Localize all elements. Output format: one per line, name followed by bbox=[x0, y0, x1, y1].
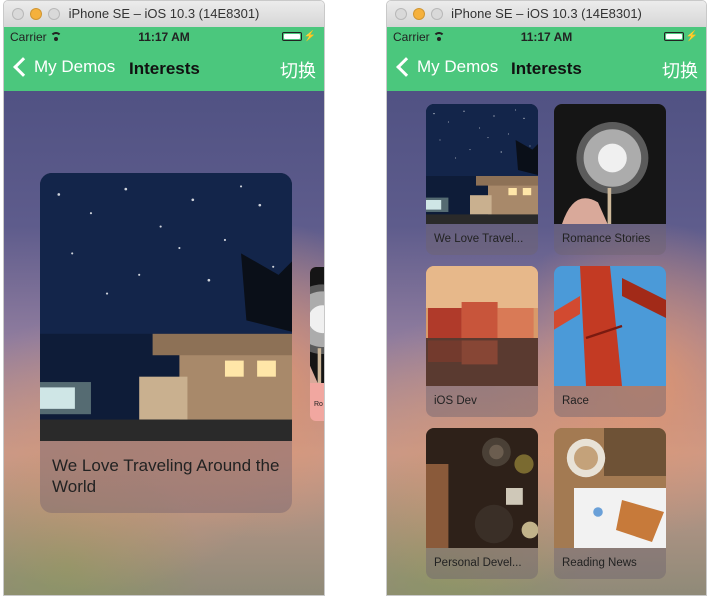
coffee-breakfast-photo bbox=[554, 428, 666, 548]
chevron-left-icon bbox=[13, 57, 33, 77]
interest-tile[interactable]: Race bbox=[554, 266, 666, 417]
tile-caption: Race bbox=[562, 395, 589, 407]
nav-title: Interests bbox=[129, 59, 200, 78]
interest-tile[interactable]: Personal Devel... bbox=[426, 428, 538, 579]
interest-tile[interactable]: We Love Travel... bbox=[426, 104, 538, 255]
red-bridge-photo bbox=[554, 266, 666, 386]
navigation-bar: My Demos Interests 切换 bbox=[387, 47, 706, 91]
window-title: iPhone SE – iOS 10.3 (14E8301) bbox=[451, 6, 642, 21]
back-button-label: My Demos bbox=[417, 57, 499, 76]
interest-tile[interactable]: iOS Dev bbox=[426, 266, 538, 417]
simulator-window-left: iPhone SE – iOS 10.3 (14E8301) Carrier 1… bbox=[3, 0, 325, 596]
interest-card[interactable]: We Love Traveling Around the World bbox=[40, 173, 292, 513]
back-button-label: My Demos bbox=[34, 57, 116, 76]
device-screen: Carrier 11:17 AM ⚡ My Demos Interests 切换… bbox=[4, 27, 324, 595]
status-time: 11:17 AM bbox=[520, 30, 573, 44]
window-title: iPhone SE – iOS 10.3 (14E8301) bbox=[68, 6, 260, 21]
waterfront-houses-photo bbox=[426, 266, 538, 386]
chevron-left-icon bbox=[396, 57, 416, 77]
status-time: 11:17 AM bbox=[138, 30, 190, 44]
window-titlebar: iPhone SE – iOS 10.3 (14E8301) bbox=[387, 1, 706, 28]
tile-caption: iOS Dev bbox=[434, 395, 477, 407]
interest-card-next[interactable]: Ro bbox=[310, 267, 324, 421]
dandelion-photo bbox=[310, 267, 324, 383]
card-caption: We Love Traveling Around the World bbox=[52, 456, 280, 496]
tile-caption: We Love Travel... bbox=[434, 233, 524, 245]
nav-title: Interests bbox=[511, 59, 582, 78]
travel-camper-photo bbox=[426, 104, 538, 224]
switch-layout-button[interactable]: 切换 bbox=[280, 57, 316, 83]
dandelion-photo bbox=[554, 104, 666, 224]
status-bar: Carrier 11:17 AM ⚡ bbox=[4, 27, 324, 47]
card-caption: Ro bbox=[314, 401, 323, 408]
simulator-window-right: iPhone SE – iOS 10.3 (14E8301) Carrier 1… bbox=[386, 0, 707, 596]
window-titlebar: iPhone SE – iOS 10.3 (14E8301) bbox=[4, 1, 324, 28]
status-bar: Carrier 11:17 AM ⚡ bbox=[387, 27, 706, 47]
navigation-bar: My Demos Interests 切换 bbox=[4, 47, 324, 91]
switch-layout-button[interactable]: 切换 bbox=[662, 57, 698, 83]
battery-icon: ⚡ bbox=[663, 32, 698, 42]
tile-caption: Reading News bbox=[562, 557, 637, 569]
tile-caption: Personal Devel... bbox=[434, 557, 522, 569]
kitchen-table-photo bbox=[426, 428, 538, 548]
interest-tile[interactable]: Reading News bbox=[554, 428, 666, 579]
tile-caption: Romance Stories bbox=[562, 233, 651, 245]
device-screen: Carrier 11:17 AM ⚡ My Demos Interests 切换… bbox=[387, 27, 706, 595]
travel-camper-photo bbox=[40, 173, 292, 441]
interest-tile[interactable]: Romance Stories bbox=[554, 104, 666, 255]
back-button[interactable]: My Demos bbox=[395, 57, 498, 77]
battery-icon: ⚡ bbox=[281, 32, 316, 42]
back-button[interactable]: My Demos bbox=[12, 57, 115, 77]
